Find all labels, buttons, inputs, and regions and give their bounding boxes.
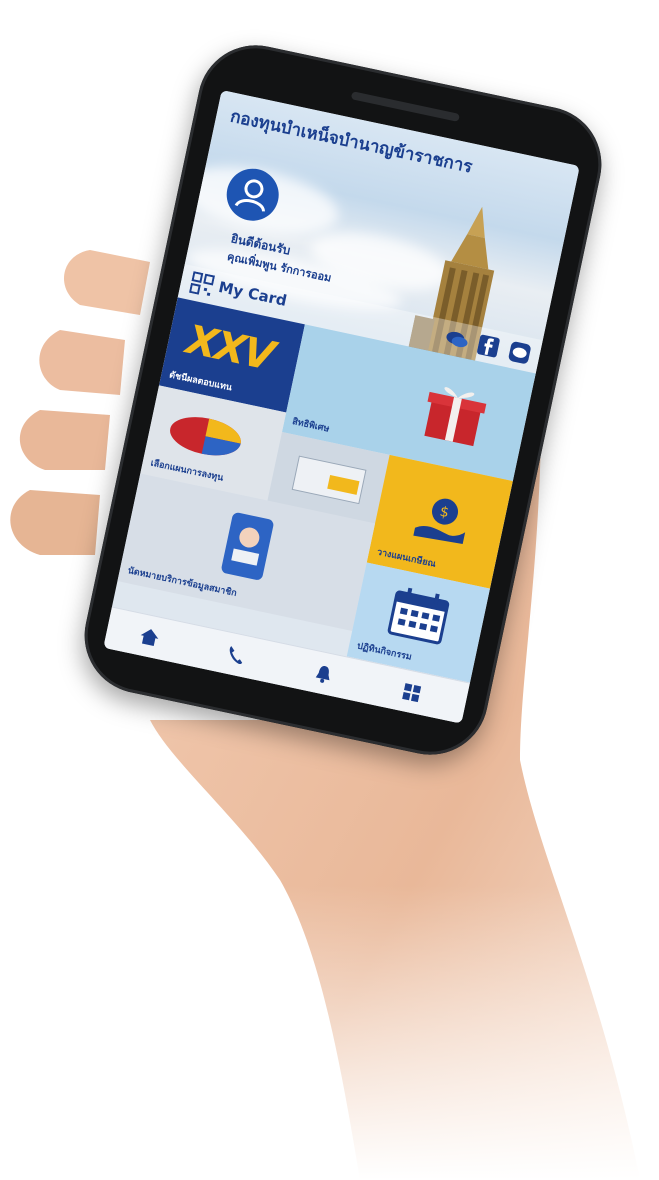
qr-code-icon (188, 271, 216, 297)
chat-icon[interactable] (443, 326, 471, 353)
person-card-icon (221, 512, 274, 580)
tile-label: สิทธิพิเศษ (291, 417, 331, 435)
calendar-icon (387, 587, 450, 645)
line-icon[interactable] (506, 339, 534, 366)
phone-icon[interactable] (223, 642, 249, 668)
grid-icon[interactable] (399, 680, 425, 706)
user-icon (234, 179, 265, 212)
facebook-icon[interactable] (474, 333, 502, 360)
user-avatar[interactable] (221, 163, 284, 226)
home-icon[interactable] (136, 624, 162, 650)
xxv-logo: XXV (182, 316, 277, 380)
money-bag-icon: $ (413, 498, 466, 545)
bell-icon[interactable] (311, 661, 337, 687)
gift-icon (424, 387, 487, 447)
book-icon (291, 455, 367, 505)
